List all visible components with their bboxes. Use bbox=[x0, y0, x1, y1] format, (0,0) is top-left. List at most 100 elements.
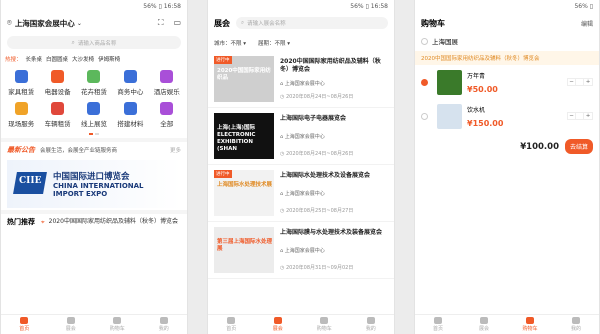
thumbnail-text: 上海国际水处理技术展 bbox=[217, 182, 273, 188]
category-label: 电器设备 bbox=[44, 88, 71, 96]
hot-item[interactable]: 大沙发椅 bbox=[72, 55, 94, 63]
item-checkbox[interactable] bbox=[421, 78, 428, 86]
category-item[interactable]: 全部 bbox=[149, 102, 185, 128]
status-bar: 56% ▯ 16:58 bbox=[143, 3, 181, 10]
status-bar: 56% ▯ bbox=[574, 3, 593, 10]
tab-expo[interactable]: 展会 bbox=[461, 315, 507, 334]
thumbnail-text: 2020中国国际家用纺织品 bbox=[217, 68, 271, 81]
expo-thumbnail: 进行中 上海国际水处理技术展 bbox=[214, 170, 274, 216]
page-title: 展会 bbox=[214, 18, 230, 28]
tab-cart[interactable]: 购物车 bbox=[301, 315, 348, 334]
expo-title: 2020中国国际家用纺织品及辅料（秋冬）博览会 bbox=[280, 58, 381, 73]
hot-search: 热搜： 长条桌 白圆圆桌 大沙发椅 伊姆斯椅 bbox=[1, 52, 187, 66]
shop-name: 上海国展 bbox=[432, 38, 458, 46]
expo-thumbnail: 第三届上海国际水处理展 bbox=[214, 227, 274, 273]
category-label: 现场服务 bbox=[8, 120, 35, 128]
quantity-stepper[interactable]: − + bbox=[567, 78, 593, 86]
location-icon[interactable]: ⌾ bbox=[7, 18, 12, 28]
category-icon bbox=[87, 70, 101, 83]
hot-item[interactable]: 白圆圆桌 bbox=[46, 55, 68, 63]
hot-item[interactable]: 长条桌 bbox=[26, 55, 43, 63]
expo-item[interactable]: 进行中 2020中国国际家用纺织品 2020中国国际家用纺织品及辅料（秋冬）博览会 ⌂… bbox=[208, 51, 394, 108]
edit-button[interactable]: 编辑 bbox=[581, 19, 593, 28]
category-item[interactable]: 商务中心 bbox=[112, 70, 148, 96]
category-item[interactable]: 电器设备 bbox=[39, 70, 75, 96]
user-icon bbox=[159, 317, 168, 324]
product-image bbox=[437, 103, 462, 129]
tab-expo[interactable]: 展会 bbox=[48, 315, 95, 334]
home-screen: 56% ▯ 16:58 ⌾ 上海国家会展中心 ⌄ ⛶ ▭ ⌕ 请输入商品名称 热… bbox=[0, 0, 188, 334]
expo-search-input[interactable]: ⌕ 请输入展会名称 bbox=[236, 17, 388, 29]
category-label: 花卉租赁 bbox=[80, 88, 107, 96]
category-item[interactable]: 现场服务 bbox=[3, 102, 39, 128]
search-placeholder: 请输入商品名称 bbox=[77, 40, 117, 47]
expo-list: 进行中 2020中国国际家用纺织品 2020中国国际家用纺织品及辅料（秋冬）博览会 ⌂… bbox=[208, 51, 394, 279]
category-label: 搭建材料 bbox=[117, 120, 144, 128]
tab-mine[interactable]: 我的 bbox=[553, 315, 599, 334]
quantity-stepper[interactable]: − + bbox=[567, 112, 593, 120]
category-label: 商务中心 bbox=[117, 88, 144, 96]
cart-item[interactable]: 饮水机 ¥150.00− + bbox=[415, 99, 599, 133]
time-filter[interactable]: 届期：不限 ▾ bbox=[258, 39, 290, 47]
scan-icon[interactable]: ⛶ bbox=[158, 18, 164, 28]
promo-banner[interactable]: CIIE 中国国际进口博览会 CHINA INTERNATIONAL IMPOR… bbox=[7, 160, 181, 208]
shop-row[interactable]: 上海国展 bbox=[415, 33, 599, 49]
message-icon[interactable]: ▭ bbox=[173, 18, 181, 28]
tab-mine[interactable]: 我的 bbox=[348, 315, 395, 334]
cart-icon bbox=[526, 317, 534, 324]
product-image bbox=[437, 69, 462, 95]
category-item[interactable]: 线上展览 bbox=[76, 102, 112, 128]
expo-item[interactable]: 第三届上海国际水处理展 上海国际膜与水处理技术及装备展览会 ⌂ 上海国家会展中心 ◷ … bbox=[208, 222, 394, 279]
banner-title: 中国国际进口博览会 bbox=[53, 172, 130, 182]
tab-cart[interactable]: 购物车 bbox=[507, 315, 553, 334]
category-icon bbox=[123, 70, 137, 83]
ciie-logo: CIIE bbox=[11, 166, 53, 202]
tab-home[interactable]: 首页 bbox=[1, 315, 48, 334]
hot-recommend[interactable]: 热门推荐 ⌖ 2020中国国际家用纺织品及辅料（秋冬）博览会 bbox=[1, 210, 187, 230]
item-checkbox[interactable] bbox=[421, 112, 428, 120]
notice-more-link[interactable]: 更多 bbox=[170, 146, 181, 154]
category-item[interactable]: 花卉租赁 bbox=[76, 70, 112, 96]
category-icon bbox=[14, 102, 28, 115]
tab-expo[interactable]: 展会 bbox=[255, 315, 302, 334]
tab-mine[interactable]: 我的 bbox=[141, 315, 188, 334]
chevron-down-icon[interactable]: ⌄ bbox=[77, 20, 82, 27]
category-icon bbox=[51, 102, 65, 115]
category-item[interactable]: 家具租赁 bbox=[3, 70, 39, 96]
expo-icon bbox=[66, 317, 75, 324]
product-name: 万年青 bbox=[467, 72, 486, 80]
tab-home[interactable]: 首页 bbox=[415, 315, 461, 334]
city-filter[interactable]: 城市：不限 ▾ bbox=[214, 39, 246, 47]
category-item[interactable]: 搭建材料 bbox=[112, 102, 148, 128]
cart-list: 万年青 ¥50.00− + 饮水机 ¥150.00− + bbox=[415, 65, 599, 133]
venue-title[interactable]: 上海国家会展中心 bbox=[15, 18, 75, 29]
expo-icon bbox=[273, 317, 282, 324]
status-bar: 56% ▯ 16:58 bbox=[350, 3, 388, 10]
tab-home[interactable]: 首页 bbox=[208, 315, 255, 334]
category-icon bbox=[160, 70, 174, 83]
header: ⌾ 上海国家会展中心 ⌄ ⛶ ▭ bbox=[1, 13, 187, 33]
thumbnail-text: 第三届上海国际水处理展 bbox=[217, 239, 273, 252]
category-item[interactable]: 车辆租赁 bbox=[39, 102, 75, 128]
expo-venue: ⌂ 上海国家会展中心 bbox=[280, 248, 325, 254]
cart-item[interactable]: 万年青 ¥50.00− + bbox=[415, 65, 599, 99]
hot-item[interactable]: 伊姆斯椅 bbox=[98, 55, 120, 63]
category-icon bbox=[87, 102, 101, 115]
category-item[interactable]: 酒店娱乐 bbox=[149, 70, 185, 96]
shop-checkbox[interactable] bbox=[421, 37, 428, 45]
expo-date: ◷ 2020年08月31日~09月02日 bbox=[280, 265, 354, 271]
banner-subtitle-1: CHINA INTERNATIONAL bbox=[53, 182, 144, 190]
tab-cart[interactable]: 购物车 bbox=[94, 315, 141, 334]
search-input[interactable]: ⌕ 请输入商品名称 bbox=[7, 36, 181, 49]
home-icon bbox=[227, 317, 236, 324]
checkout-button[interactable]: 去结算 bbox=[564, 139, 593, 154]
home-icon bbox=[434, 317, 442, 324]
notice-bar[interactable]: 最新公告 会展生活，会展全产业链服务商 更多 bbox=[1, 138, 187, 158]
expo-item[interactable]: 上海(上海)国际 ELECTRONIC EXHIBITION (SHAN 上海国际… bbox=[208, 108, 394, 165]
search-icon: ⌕ bbox=[241, 19, 245, 26]
expo-item[interactable]: 进行中 上海国际水处理技术展 上海国际水处理技术及设备展览会 ⌂ 上海国家会展中心 ◷ … bbox=[208, 165, 394, 222]
expo-title: 上海国际膜与水处理技术及装备展览会 bbox=[280, 229, 383, 236]
cart-screen: 56% ▯ 购物车 编辑 上海国展 2020中国国际家用纺织品及辅料（秋冬）博览… bbox=[414, 0, 600, 334]
expo-title: 上海国际电子电器展览会 bbox=[280, 115, 347, 122]
notice-label: 最新公告 bbox=[7, 146, 35, 154]
